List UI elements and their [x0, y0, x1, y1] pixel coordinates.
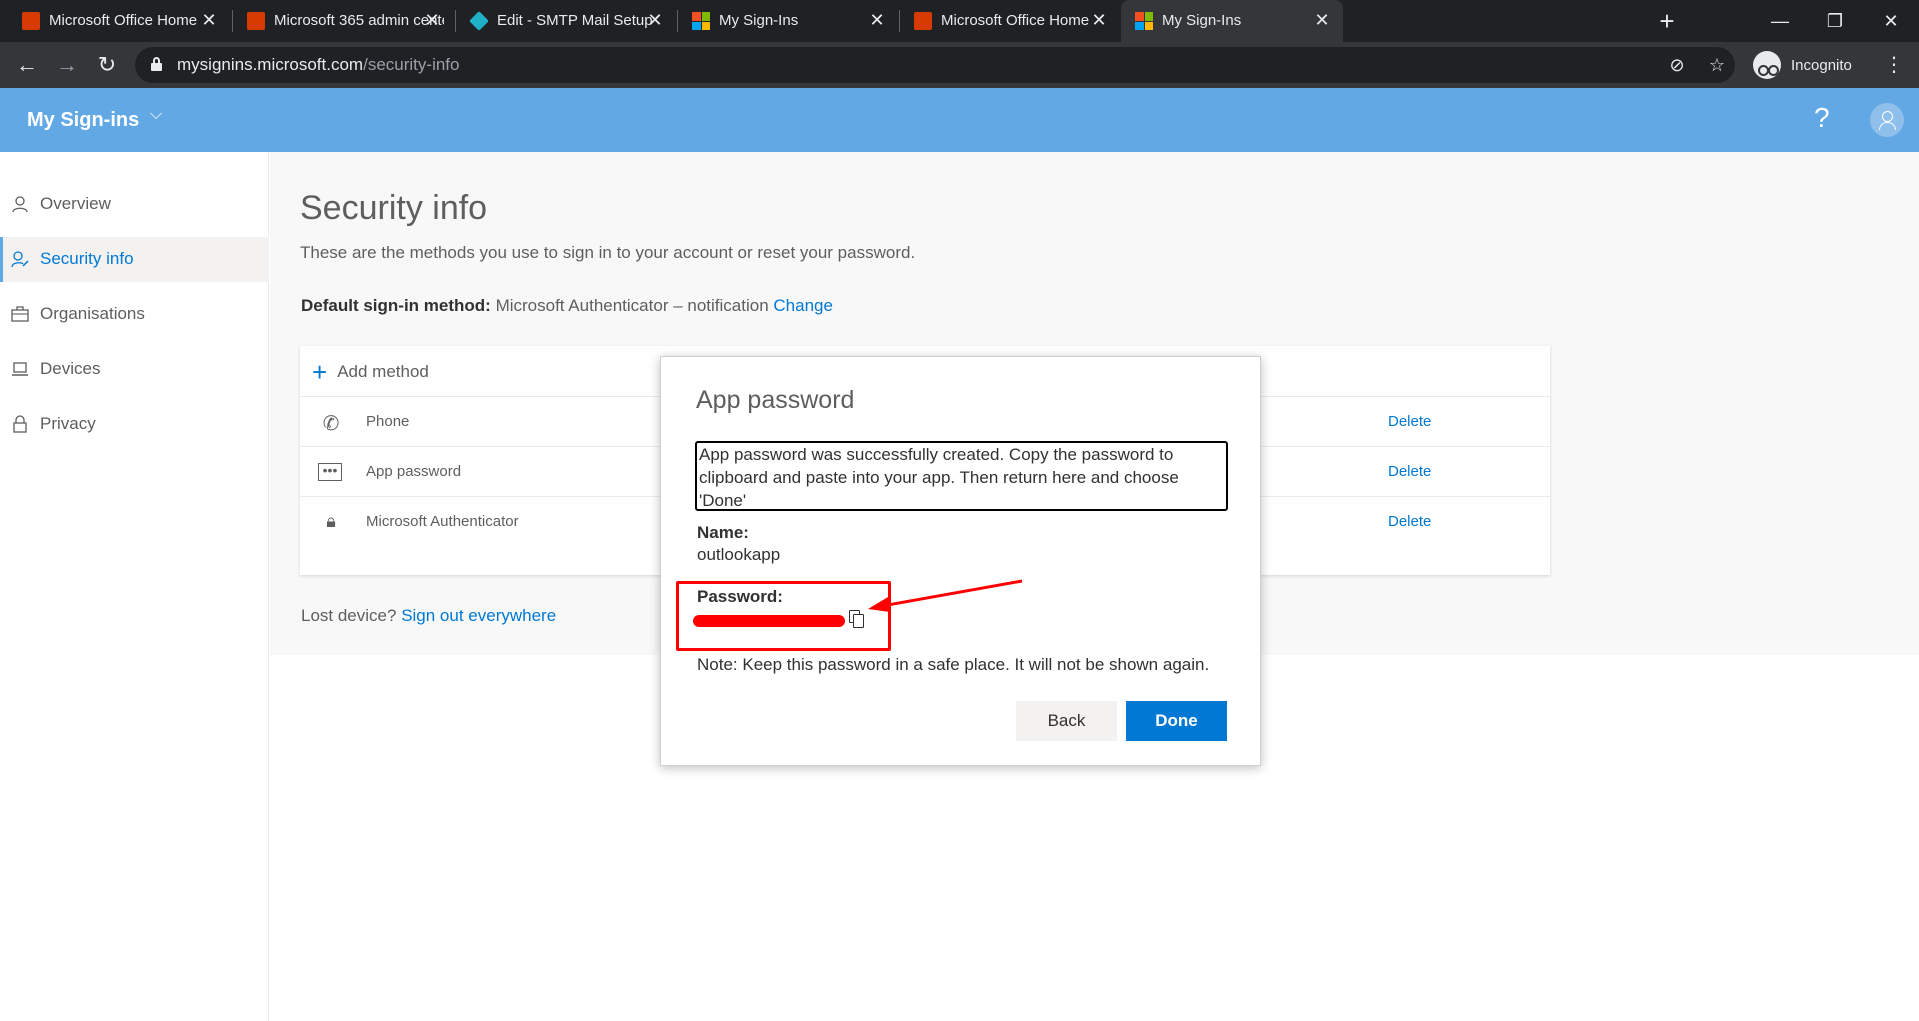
sidebar-item-organisations[interactable]: Organisations — [0, 292, 269, 337]
close-tab-icon[interactable]: ✕ — [866, 9, 888, 31]
browser-tab[interactable]: Microsoft Office Home ✕ — [8, 0, 230, 42]
sidebar-item-label: Security info — [40, 249, 134, 268]
close-tab-icon[interactable]: ✕ — [421, 9, 443, 31]
more-menu-icon[interactable]: ⋮ — [1884, 50, 1904, 80]
incognito-label: Incognito — [1791, 56, 1852, 74]
office-icon — [247, 12, 265, 30]
method-label: Phone — [366, 413, 410, 430]
minimize-icon[interactable]: — — [1760, 6, 1800, 36]
delete-link[interactable]: Delete — [1388, 463, 1431, 480]
restore-icon[interactable]: ❐ — [1815, 6, 1855, 36]
default-method-label: Default sign-in method: — [301, 296, 491, 315]
lost-device-text: Lost device? — [301, 606, 397, 625]
close-window-icon[interactable]: ✕ — [1871, 6, 1911, 36]
avatar[interactable] — [1870, 103, 1904, 137]
person-icon — [12, 196, 28, 213]
method-label: App password — [366, 463, 462, 480]
sign-out-everywhere-link[interactable]: Sign out everywhere — [401, 606, 556, 625]
browser-tab-strip: Microsoft Office Home ✕ Microsoft 365 ad… — [0, 0, 1919, 42]
security-info-icon — [11, 251, 29, 268]
browser-tab[interactable]: Edit - SMTP Mail Setup - Dyn ✕ — [456, 0, 676, 42]
close-tab-icon[interactable]: ✕ — [1088, 9, 1110, 31]
sidebar: Overview Security info Organisations Dev… — [0, 152, 269, 1021]
dynamics-icon — [469, 11, 489, 31]
browser-tab[interactable]: Microsoft 365 admin center - ✕ — [233, 0, 453, 42]
sidebar-item-label: Devices — [40, 359, 101, 378]
delete-link[interactable]: Delete — [1388, 413, 1431, 430]
tab-title: Microsoft Office Home — [941, 12, 1090, 29]
name-label: Name: — [697, 523, 749, 542]
chevron-down-icon[interactable]: ⌵ — [150, 106, 162, 124]
close-tab-icon[interactable]: ✕ — [198, 9, 220, 31]
sidebar-item-overview[interactable]: Overview — [0, 182, 269, 227]
back-arrow-icon[interactable]: ← — [12, 50, 42, 80]
browser-tab[interactable]: Microsoft Office Home ✕ — [900, 0, 1120, 42]
default-method-value: Microsoft Authenticator – notification — [495, 296, 769, 315]
help-icon[interactable]: ? — [1814, 102, 1830, 134]
dialog-title: App password — [696, 386, 855, 414]
done-button[interactable]: Done — [1126, 701, 1227, 741]
change-link[interactable]: Change — [773, 296, 833, 315]
sidebar-item-label: Privacy — [40, 414, 96, 433]
microsoft-icon — [692, 12, 710, 30]
close-tab-icon[interactable]: ✕ — [644, 9, 666, 31]
default-method-row: Default sign-in method: Microsoft Authen… — [301, 295, 833, 317]
app-password-dialog: App password App password was successful… — [660, 356, 1261, 766]
password-dots-icon: ••• — [318, 463, 342, 481]
page-subtitle: These are the methods you use to sign in… — [300, 243, 916, 262]
sidebar-item-security-info[interactable]: Security info — [0, 237, 269, 282]
dialog-message: App password was successfully created. C… — [695, 441, 1228, 511]
sidebar-item-label: Organisations — [40, 304, 145, 323]
office-icon — [22, 12, 40, 30]
microsoft-icon — [1135, 12, 1153, 30]
browser-tab[interactable]: My Sign-Ins ✕ — [678, 0, 898, 42]
reload-icon[interactable]: ↻ — [92, 50, 122, 80]
dialog-note: Note: Keep this password in a safe place… — [697, 655, 1210, 674]
lost-device-row: Lost device? Sign out everywhere — [301, 606, 556, 626]
annotation-arrow — [868, 579, 1023, 612]
phone-icon: ✆ — [322, 413, 340, 435]
office-icon — [914, 12, 932, 30]
name-value: outlookapp — [697, 545, 781, 564]
delete-link[interactable]: Delete — [1388, 513, 1431, 530]
new-tab-icon[interactable]: + — [1653, 8, 1681, 36]
incognito-icon — [1753, 51, 1781, 79]
add-method-button[interactable]: + Add method — [312, 358, 429, 386]
browser-toolbar: ← → ↻ mysignins.microsoft.com/security-i… — [0, 42, 1919, 88]
laptop-icon — [12, 362, 28, 376]
method-label: Microsoft Authenticator — [366, 513, 519, 530]
close-tab-icon[interactable]: ✕ — [1311, 9, 1333, 31]
forward-arrow-icon[interactable]: → — [52, 50, 82, 80]
add-method-label: Add method — [337, 362, 429, 381]
app-title[interactable]: My Sign-ins — [27, 108, 139, 132]
sidebar-item-devices[interactable]: Devices — [0, 347, 269, 392]
tab-title: Edit - SMTP Mail Setup - Dyn — [497, 12, 657, 29]
eye-slash-icon[interactable]: ⊘ — [1665, 53, 1689, 77]
url-text[interactable]: mysignins.microsoft.com/security-info — [177, 55, 459, 75]
address-bar[interactable]: mysignins.microsoft.com/security-info ⊘ … — [135, 47, 1735, 83]
lock-icon — [13, 415, 27, 433]
incognito-badge[interactable]: Incognito — [1753, 47, 1852, 83]
page-title: Security info — [300, 189, 488, 227]
plus-icon: + — [312, 357, 328, 387]
authenticator-icon: 🔒︎ — [326, 511, 336, 531]
star-icon[interactable]: ☆ — [1705, 53, 1729, 77]
browser-tab-active[interactable]: My Sign-Ins ✕ — [1121, 0, 1343, 42]
tab-title: My Sign-Ins — [719, 12, 799, 29]
briefcase-icon — [11, 306, 29, 322]
lock-icon — [151, 57, 162, 71]
back-button[interactable]: Back — [1016, 701, 1117, 741]
app-header: My Sign-ins ⌵ ? — [0, 88, 1919, 152]
sidebar-item-privacy[interactable]: Privacy — [0, 402, 269, 447]
tab-title: Microsoft 365 admin center - — [274, 12, 444, 29]
sidebar-item-label: Overview — [40, 194, 111, 213]
annotation-highlight-box — [676, 581, 891, 651]
